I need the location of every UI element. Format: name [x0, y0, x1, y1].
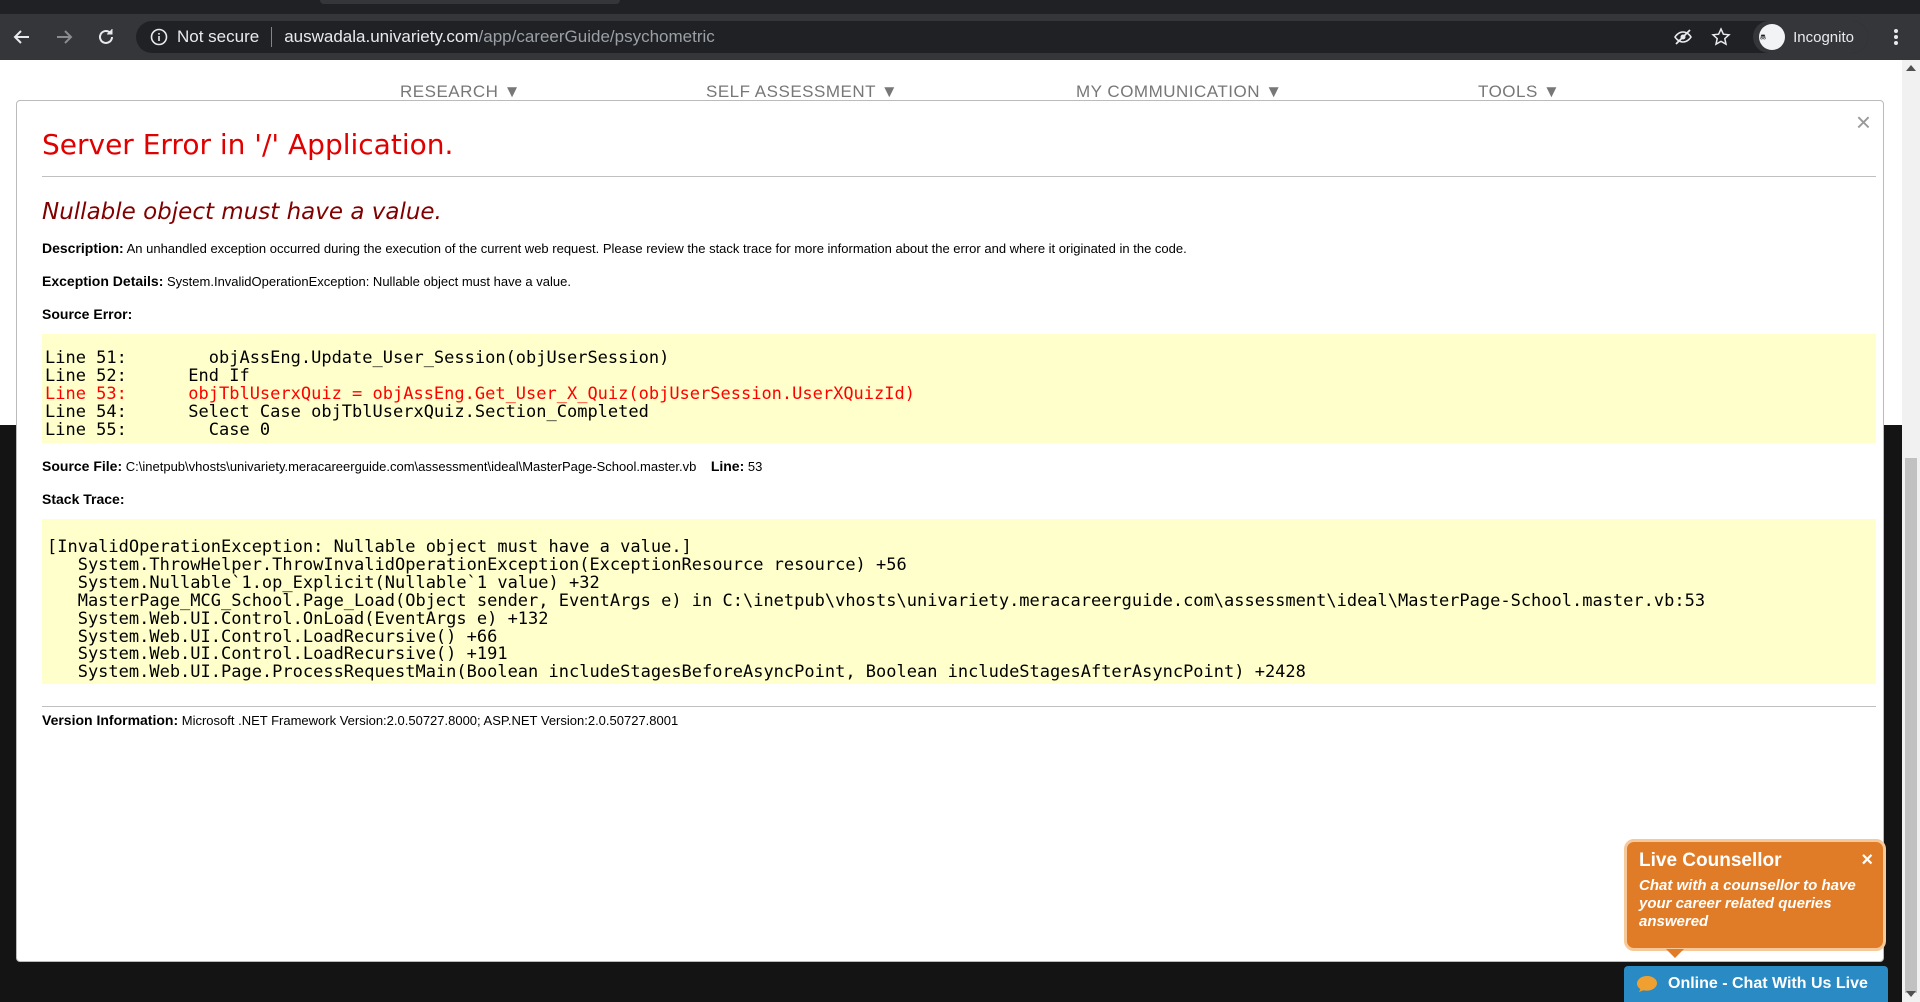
stack-trace-row: Stack Trace:: [42, 490, 1876, 509]
reload-icon: [99, 29, 113, 44]
source-code-box: Line 51: objAssEng.Update_User_Session(o…: [42, 334, 1876, 443]
browser-menu-button[interactable]: [1884, 21, 1908, 53]
kebab-menu-icon: [1894, 29, 1898, 45]
version-divider: [42, 706, 1876, 708]
popup-pointer: [1666, 949, 1684, 958]
incognito-badge[interactable]: Incognito: [1753, 21, 1868, 53]
address-bar-actions: Incognito: [1673, 21, 1868, 53]
info-icon[interactable]: [150, 28, 168, 46]
active-tab[interactable]: [320, 0, 620, 4]
scroll-up-arrow-icon[interactable]: [1906, 65, 1916, 71]
source-file-label: Source File:: [42, 458, 123, 474]
version-text: Microsoft .NET Framework Version:2.0.507…: [181, 713, 679, 729]
line-label: Line:: [710, 458, 745, 474]
version-label: Version Information:: [42, 712, 179, 729]
forward-button[interactable]: [44, 17, 84, 57]
security-label[interactable]: Not secure: [177, 27, 259, 47]
stack-trace-line: System.Web.UI.Control.OnLoad(EventArgs e…: [47, 608, 549, 629]
url-path: /app/careerGuide/psychometric: [478, 27, 715, 46]
star-icon[interactable]: [1711, 27, 1731, 47]
source-line: Line 54: Select Case objTblUserxQuiz.Sec…: [45, 402, 649, 422]
browser-tab-strip: [0, 0, 1920, 14]
source-line: Line 51: objAssEng.Update_User_Session(o…: [45, 348, 670, 368]
source-error-line: Line 53: objTblUserxQuiz = objAssEng.Get…: [45, 384, 915, 404]
source-error-label: Source Error:: [42, 306, 133, 322]
url-host: auswadala.univariety.com: [284, 27, 479, 46]
nav-tools[interactable]: TOOLS ▼: [1478, 82, 1560, 102]
chat-live-button[interactable]: Online - Chat With Us Live: [1624, 966, 1888, 1002]
chat-live-label: Online - Chat With Us Live: [1668, 975, 1868, 992]
arrow-left-icon: [13, 30, 29, 44]
page-scrollbar[interactable]: [1902, 60, 1920, 1002]
line-number: 53: [747, 459, 763, 474]
scroll-down-arrow-icon[interactable]: [1906, 991, 1916, 997]
address-separator: [271, 27, 273, 47]
eye-slash-icon[interactable]: [1673, 27, 1693, 47]
reload-button[interactable]: [86, 17, 126, 57]
live-counsellor-text: Chat with a counsellor to have your care…: [1639, 877, 1856, 930]
source-file-path: C:\inetpub\vhosts\univariety.meracareerg…: [125, 459, 697, 474]
nav-my-communication[interactable]: MY COMMUNICATION ▼: [1076, 82, 1283, 102]
back-button[interactable]: [2, 17, 42, 57]
scrollbar-thumb[interactable]: [1905, 458, 1917, 993]
live-counsellor-close-icon[interactable]: ×: [1861, 850, 1873, 870]
incognito-icon: [1759, 24, 1786, 50]
nav-self-assessment[interactable]: SELF ASSESSMENT ▼: [706, 82, 898, 102]
error-modal: × Server Error in '/' Application. Nulla…: [16, 100, 1884, 962]
live-counsellor-popup[interactable]: Live Counsellor × Chat with a counsellor…: [1624, 839, 1886, 958]
stack-trace-box: [InvalidOperationException: Nullable obj…: [42, 519, 1876, 685]
error-message: Nullable object must have a value.: [42, 199, 442, 225]
arrow-right-icon: [57, 30, 73, 44]
incognito-label: Incognito: [1793, 28, 1854, 46]
stack-trace-line: MasterPage_MCG_School.Page_Load(Object s…: [47, 590, 1706, 611]
description-row: Description: An unhandled exception occu…: [42, 239, 1876, 258]
source-error-row: Source Error:: [42, 305, 1876, 324]
source-line: Line 55: Case 0: [45, 420, 271, 440]
chat-bubble-icon: [1637, 976, 1657, 992]
error-content: Server Error in '/' Application. Nullabl…: [42, 127, 1876, 730]
stack-trace-label: Stack Trace:: [42, 491, 125, 507]
version-row: Version Information: Microsoft .NET Fram…: [42, 711, 1876, 730]
url-text[interactable]: auswadala.univariety.com/app/careerGuide…: [284, 27, 715, 47]
stack-trace-line: System.Web.UI.Page.ProcessRequestMain(Bo…: [47, 662, 1306, 683]
error-title: Server Error in '/' Application.: [42, 128, 454, 161]
title-divider: [42, 176, 1876, 177]
live-counsellor-title: Live Counsellor: [1639, 850, 1782, 871]
source-line: Line 52: End If: [45, 366, 250, 386]
description-label: Description:: [42, 240, 124, 256]
source-file-row: Source File: C:\inetpub\vhosts\univariet…: [42, 457, 1876, 476]
nav-research[interactable]: RESEARCH ▼: [400, 82, 521, 102]
exception-text: System.InvalidOperationException: Nullab…: [167, 274, 571, 289]
exception-row: Exception Details: System.InvalidOperati…: [42, 272, 1876, 291]
description-text: An unhandled exception occurred during t…: [126, 241, 1187, 256]
address-bar[interactable]: Not secure auswadala.univariety.com/app/…: [136, 21, 1868, 53]
exception-label: Exception Details:: [42, 273, 164, 289]
